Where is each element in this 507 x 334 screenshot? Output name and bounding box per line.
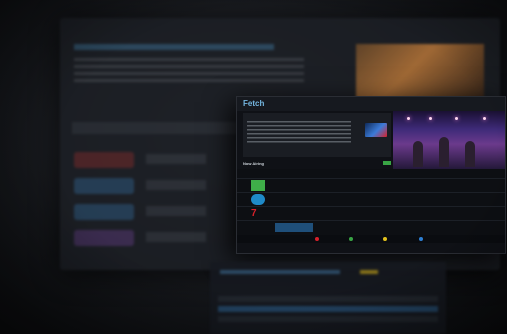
green-key-icon xyxy=(349,237,353,241)
program-thumbnail xyxy=(365,123,387,137)
blue-key-icon xyxy=(419,237,423,241)
background-channel-logo xyxy=(74,152,134,168)
background-list-badge xyxy=(360,270,378,274)
guide-row[interactable] xyxy=(237,220,505,234)
guide-cell[interactable] xyxy=(355,195,393,204)
guide-row[interactable]: 7 xyxy=(237,206,505,220)
now-section-label: Now Airing xyxy=(243,161,264,166)
color-key-legend xyxy=(237,235,505,243)
background-channel-logo xyxy=(74,204,134,220)
guide-cell[interactable] xyxy=(275,209,313,218)
background-program-title xyxy=(74,44,274,50)
channel-logo-green-icon xyxy=(251,180,265,191)
background-list-row xyxy=(218,296,438,302)
epg-screen: Fetch Now Airing 7 xyxy=(236,96,506,254)
guide-cell[interactable] xyxy=(395,195,433,204)
program-guide-grid: 7 xyxy=(237,169,505,243)
guide-cell[interactable] xyxy=(275,195,313,204)
background-guide-cell xyxy=(146,232,206,242)
channel-logo-abc-icon xyxy=(251,194,265,205)
guide-cell[interactable] xyxy=(395,209,433,218)
background-program-description xyxy=(74,58,304,86)
app-logo: Fetch xyxy=(243,99,265,108)
guide-cell[interactable] xyxy=(395,181,433,190)
guide-cell[interactable] xyxy=(435,209,473,218)
background-channel-logo xyxy=(74,230,134,246)
guide-cell[interactable] xyxy=(435,195,473,204)
guide-row[interactable] xyxy=(237,192,505,206)
guide-cell[interactable] xyxy=(435,223,473,232)
guide-cell[interactable] xyxy=(315,209,393,218)
guide-cell[interactable] xyxy=(435,181,473,190)
guide-cell[interactable] xyxy=(355,223,393,232)
guide-cell-selected[interactable] xyxy=(275,223,313,232)
stage-light xyxy=(455,117,458,120)
guide-cell[interactable] xyxy=(355,181,393,190)
program-description xyxy=(247,121,351,143)
background-list-row xyxy=(218,316,438,322)
top-bar: Fetch xyxy=(237,97,505,111)
guide-row[interactable] xyxy=(237,178,505,192)
performer-figure xyxy=(413,141,423,167)
red-key-icon xyxy=(315,237,319,241)
background-channel-logo xyxy=(74,178,134,194)
stage-light xyxy=(483,117,486,120)
background-guide-cell xyxy=(146,154,206,164)
stage-light xyxy=(407,117,410,120)
performer-figure xyxy=(465,141,475,167)
grid-header-channel xyxy=(243,169,269,177)
stage-light xyxy=(429,117,432,120)
background-list-panel xyxy=(210,262,446,334)
channel-logo-seven-icon: 7 xyxy=(251,208,257,219)
background-guide-cell xyxy=(146,206,206,216)
performer-figure xyxy=(439,137,449,167)
background-list-row xyxy=(218,306,438,312)
hero-image[interactable] xyxy=(393,111,505,171)
background-guide-cell xyxy=(146,180,206,190)
now-badge[interactable] xyxy=(383,161,391,165)
program-info-panel[interactable] xyxy=(243,113,391,157)
background-list-title xyxy=(220,270,340,274)
yellow-key-icon xyxy=(383,237,387,241)
guide-cell[interactable] xyxy=(275,181,313,190)
